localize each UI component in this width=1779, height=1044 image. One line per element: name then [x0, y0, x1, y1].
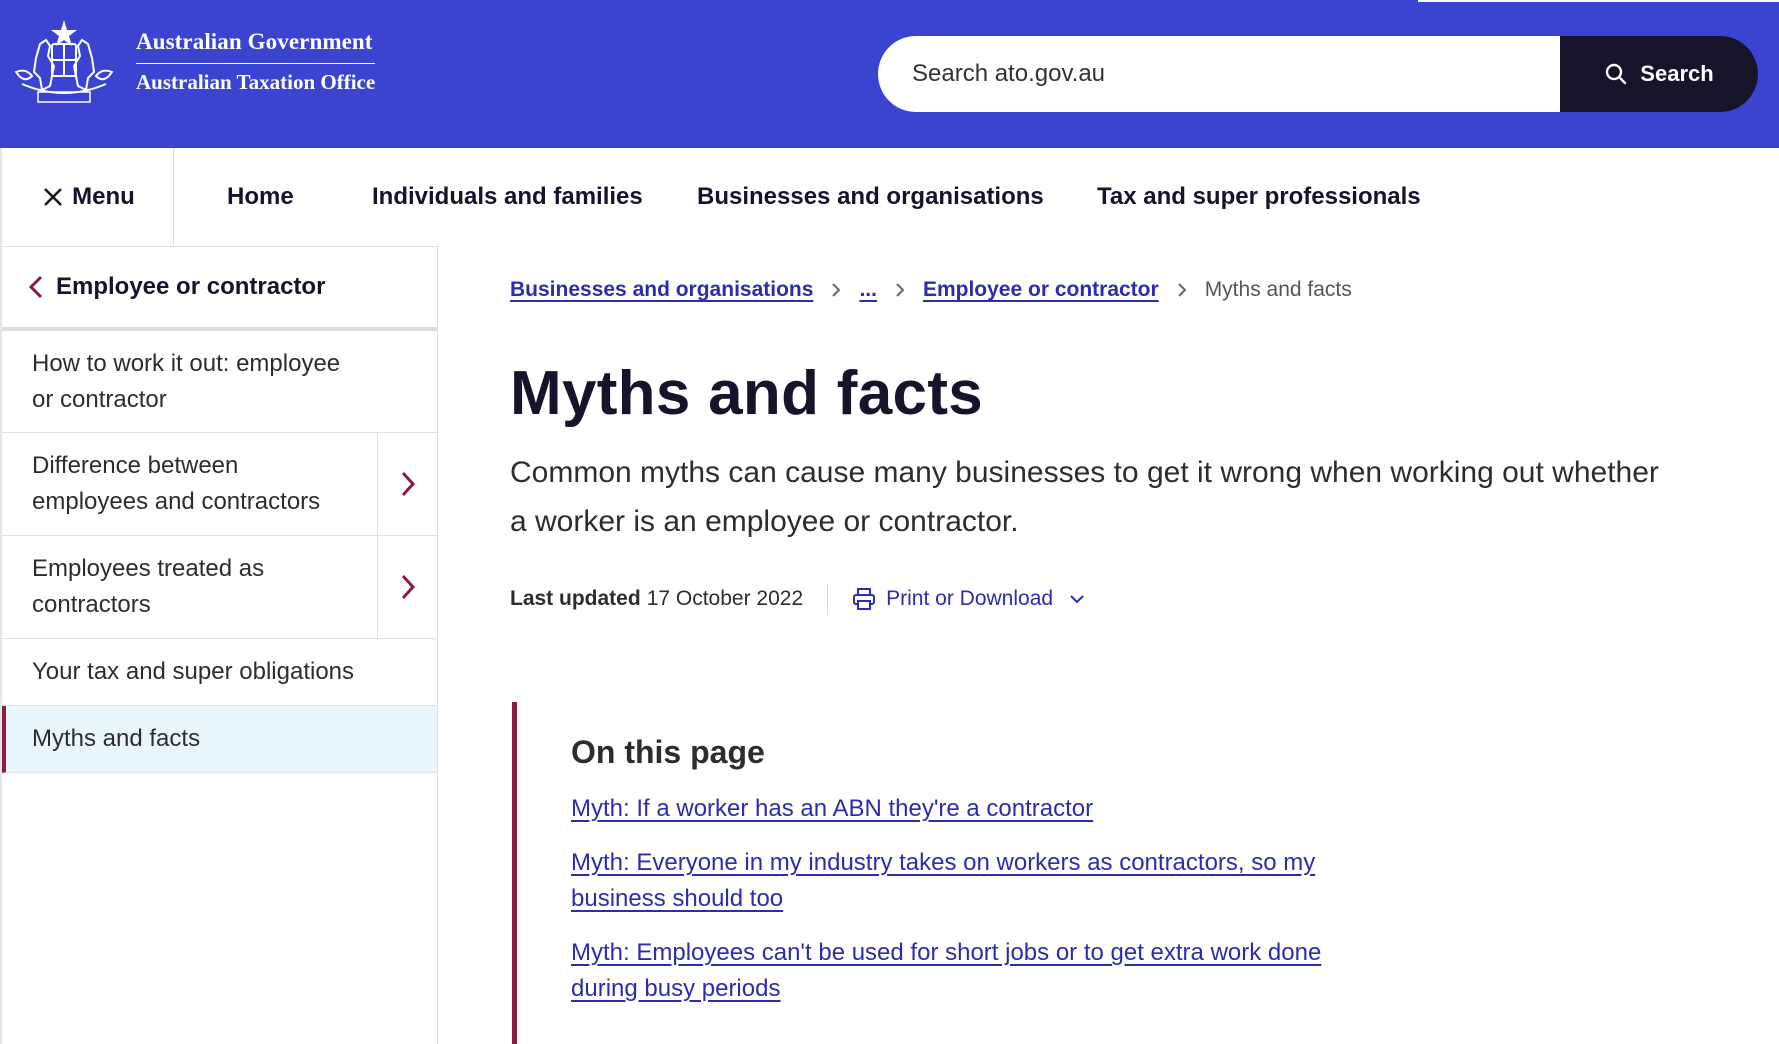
meta-divider: [827, 584, 829, 614]
print-label: Print or Download: [886, 587, 1054, 610]
sidebar-item-employees-treated[interactable]: Employees treated as contractors: [2, 536, 437, 639]
sidebar-back-link[interactable]: Employee or contractor: [2, 247, 437, 331]
print-or-download-button[interactable]: Print or Download: [852, 587, 1085, 611]
on-this-page-link-abn[interactable]: Myth: If a worker has an ABN they're a c…: [571, 791, 1391, 827]
chevron-right-icon: [895, 282, 905, 298]
sidebar-item-label: Your tax and super obligations: [32, 658, 355, 685]
page-title: Myths and facts: [510, 359, 984, 428]
sidebar-item-label: Employees treated as contractors: [32, 555, 265, 618]
on-this-page: On this page Myth: If a worker has an AB…: [512, 702, 1412, 1044]
on-this-page-link-industry[interactable]: Myth: Everyone in my industry takes on w…: [571, 845, 1391, 917]
sidebar-item-label: Myths and facts: [32, 725, 201, 752]
chevron-right-icon: [1177, 282, 1187, 298]
search-input[interactable]: [878, 36, 1560, 112]
chevron-right-icon: [401, 574, 415, 600]
sidebar-item-label: Difference between employees and contrac…: [32, 452, 321, 515]
sidebar-item-myths-and-facts[interactable]: Myths and facts: [2, 706, 437, 773]
expand-difference-button[interactable]: [377, 433, 437, 535]
chevron-right-icon: [831, 282, 841, 298]
sidebar-item-label: How to work it out: employee or contract…: [32, 349, 341, 413]
search-button-label: Search: [1640, 61, 1714, 86]
nav-item-businesses[interactable]: Businesses and organisations: [697, 148, 1044, 246]
sidebar-item-obligations[interactable]: Your tax and super obligations: [2, 639, 437, 706]
agency-name: Australian Taxation Office: [136, 70, 376, 94]
nav-item-tax-professionals[interactable]: Tax and super professionals: [1097, 148, 1421, 246]
search-button[interactable]: Search: [1560, 36, 1758, 112]
on-this-page-link-short-jobs[interactable]: Myth: Employees can't be used for short …: [571, 935, 1391, 1007]
breadcrumb-ellipsis[interactable]: ...: [859, 278, 877, 302]
sidebar-item-how-to-work-it-out[interactable]: How to work it out: employee or contract…: [2, 331, 437, 433]
printer-icon: [853, 588, 876, 610]
chevron-right-icon: [401, 471, 415, 497]
section-sidebar: Employee or contractor How to work it ou…: [0, 246, 438, 1044]
breadcrumb: Businesses and organisations ... Employe…: [510, 278, 1352, 302]
page-meta: Last updated 17 October 2022 Print or Do…: [510, 584, 1085, 614]
breadcrumb-businesses[interactable]: Businesses and organisations: [510, 278, 813, 302]
nav-item-individuals[interactable]: Individuals and families: [372, 148, 643, 246]
search-icon: [1606, 63, 1627, 85]
menu-button[interactable]: Menu: [4, 148, 174, 246]
breadcrumb-current: Myths and facts: [1204, 278, 1352, 301]
site-header: Australian Government Australian Taxatio…: [0, 0, 1779, 148]
search-bar: Search: [878, 36, 1758, 112]
menu-label: Menu: [72, 183, 135, 210]
nav-item-home[interactable]: Home: [227, 148, 294, 246]
chevron-down-icon: [1070, 595, 1084, 604]
on-this-page-heading: On this page: [571, 734, 765, 770]
main-nav: Menu Home Individuals and families Busin…: [0, 148, 1779, 246]
last-updated-label: Last updated: [510, 587, 641, 610]
ato-logo[interactable]: Australian Government Australian Taxatio…: [2, 14, 376, 110]
close-icon: [44, 188, 63, 206]
breadcrumb-employee-or-contractor[interactable]: Employee or contractor: [923, 278, 1159, 302]
sidebar-heading: Employee or contractor: [56, 273, 326, 300]
last-updated-date: 17 October 2022: [646, 587, 804, 610]
page-intro: Common myths can cause many businesses t…: [510, 456, 1659, 538]
coat-of-arms-icon: [14, 20, 114, 103]
chevron-left-icon: [28, 275, 43, 299]
sidebar-item-difference[interactable]: Difference between employees and contrac…: [2, 433, 437, 536]
gov-name: Australian Government: [136, 29, 376, 64]
expand-employees-treated-button[interactable]: [377, 536, 437, 638]
header-top-strip: [1418, 0, 1779, 2]
